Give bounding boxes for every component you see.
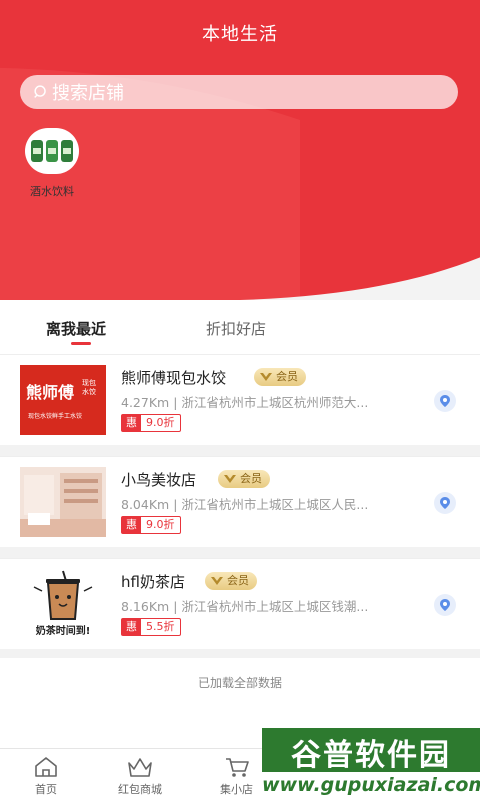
store-card[interactable]: 小鸟美妆店 会员 8.04Km | 浙江省杭州市上城区上城区人民... 惠 9.0… <box>0 456 480 547</box>
logo-subtext: 现包水饺 <box>82 379 96 396</box>
crown-icon <box>128 758 152 777</box>
store-name: hfl奶茶店 <box>121 573 185 591</box>
member-badge: 会员 <box>218 470 270 488</box>
watermark-title: 谷普软件园 <box>291 738 451 773</box>
store-name: 小鸟美妆店 <box>121 471 197 489</box>
sort-tabs: 离我最近 折扣好店 <box>0 300 480 354</box>
tabbar-redpacket-mall[interactable]: 红包商城 <box>118 755 162 797</box>
category-drinks[interactable]: 酒水饮料 <box>22 128 82 199</box>
location-button[interactable] <box>434 594 456 616</box>
store-card[interactable]: 熊师傅 现包水饺 现包水饺鲜手工水饺 熊师傅现包水饺 会员 4.27Km | 浙… <box>0 354 480 445</box>
store-name: 熊师傅现包水饺 <box>121 369 227 387</box>
location-pin-icon <box>440 599 450 611</box>
member-badge: 会员 <box>254 368 306 386</box>
store-card[interactable]: 奶茶时间到! hfl奶茶店 会员 8.16Km | 浙江省杭州市上城区上城区钱潮… <box>0 558 480 649</box>
tab-discount-stores[interactable]: 折扣好店 <box>206 318 266 339</box>
tab-nearest[interactable]: 离我最近 <box>46 318 106 339</box>
watermark: 谷普软件园 www.gupuxiazai.com <box>262 728 480 800</box>
category-label: 酒水饮料 <box>30 185 74 198</box>
discount-tag: 惠 9.0折 <box>121 414 181 432</box>
search-icon <box>34 85 46 98</box>
search-placeholder: 搜索店铺 <box>52 83 124 104</box>
store-address: 4.27Km | 浙江省杭州市上城区杭州师范大... <box>121 395 369 410</box>
active-tab-indicator <box>71 342 91 345</box>
location-button[interactable] <box>434 390 456 412</box>
store-photo <box>20 467 106 537</box>
search-input[interactable]: 搜索店铺 <box>20 75 458 109</box>
cart-icon <box>225 758 249 777</box>
page-title: 本地生活 <box>202 24 278 45</box>
watermark-url: www.gupuxiazai.com <box>262 774 480 796</box>
logo-text: 熊师傅 <box>26 383 75 402</box>
store-address: 8.04Km | 浙江省杭州市上城区上城区人民... <box>121 497 369 512</box>
member-badge: 会员 <box>205 572 257 590</box>
tabbar-home[interactable]: 首页 <box>32 755 60 797</box>
vip-icon <box>224 475 236 483</box>
location-pin-icon <box>440 497 450 509</box>
store-list: 熊师傅 现包水饺 现包水饺鲜手工水饺 熊师傅现包水饺 会员 4.27Km | 浙… <box>0 354 480 649</box>
store-logo: 奶茶时间到! <box>20 569 106 639</box>
store-address: 8.16Km | 浙江省杭州市上城区上城区钱潮... <box>121 599 369 614</box>
discount-tag: 惠 9.0折 <box>121 516 181 534</box>
logo-note: 现包水饺鲜手工水饺 <box>28 413 83 420</box>
drinks-category-icon <box>25 128 79 174</box>
location-button[interactable] <box>434 492 456 514</box>
header-banner: 本地生活 搜索店铺 酒水饮料 <box>0 0 480 300</box>
logo-text: 奶茶时间到! <box>35 626 91 637</box>
location-pin-icon <box>440 395 450 407</box>
store-logo: 熊师傅 现包水饺 现包水饺鲜手工水饺 <box>20 365 106 435</box>
vip-icon <box>260 373 272 381</box>
tabbar-shop[interactable]: 集小店 <box>220 755 253 797</box>
discount-tag: 惠 5.5折 <box>121 618 181 636</box>
vip-icon <box>211 577 223 585</box>
home-icon <box>35 757 57 777</box>
